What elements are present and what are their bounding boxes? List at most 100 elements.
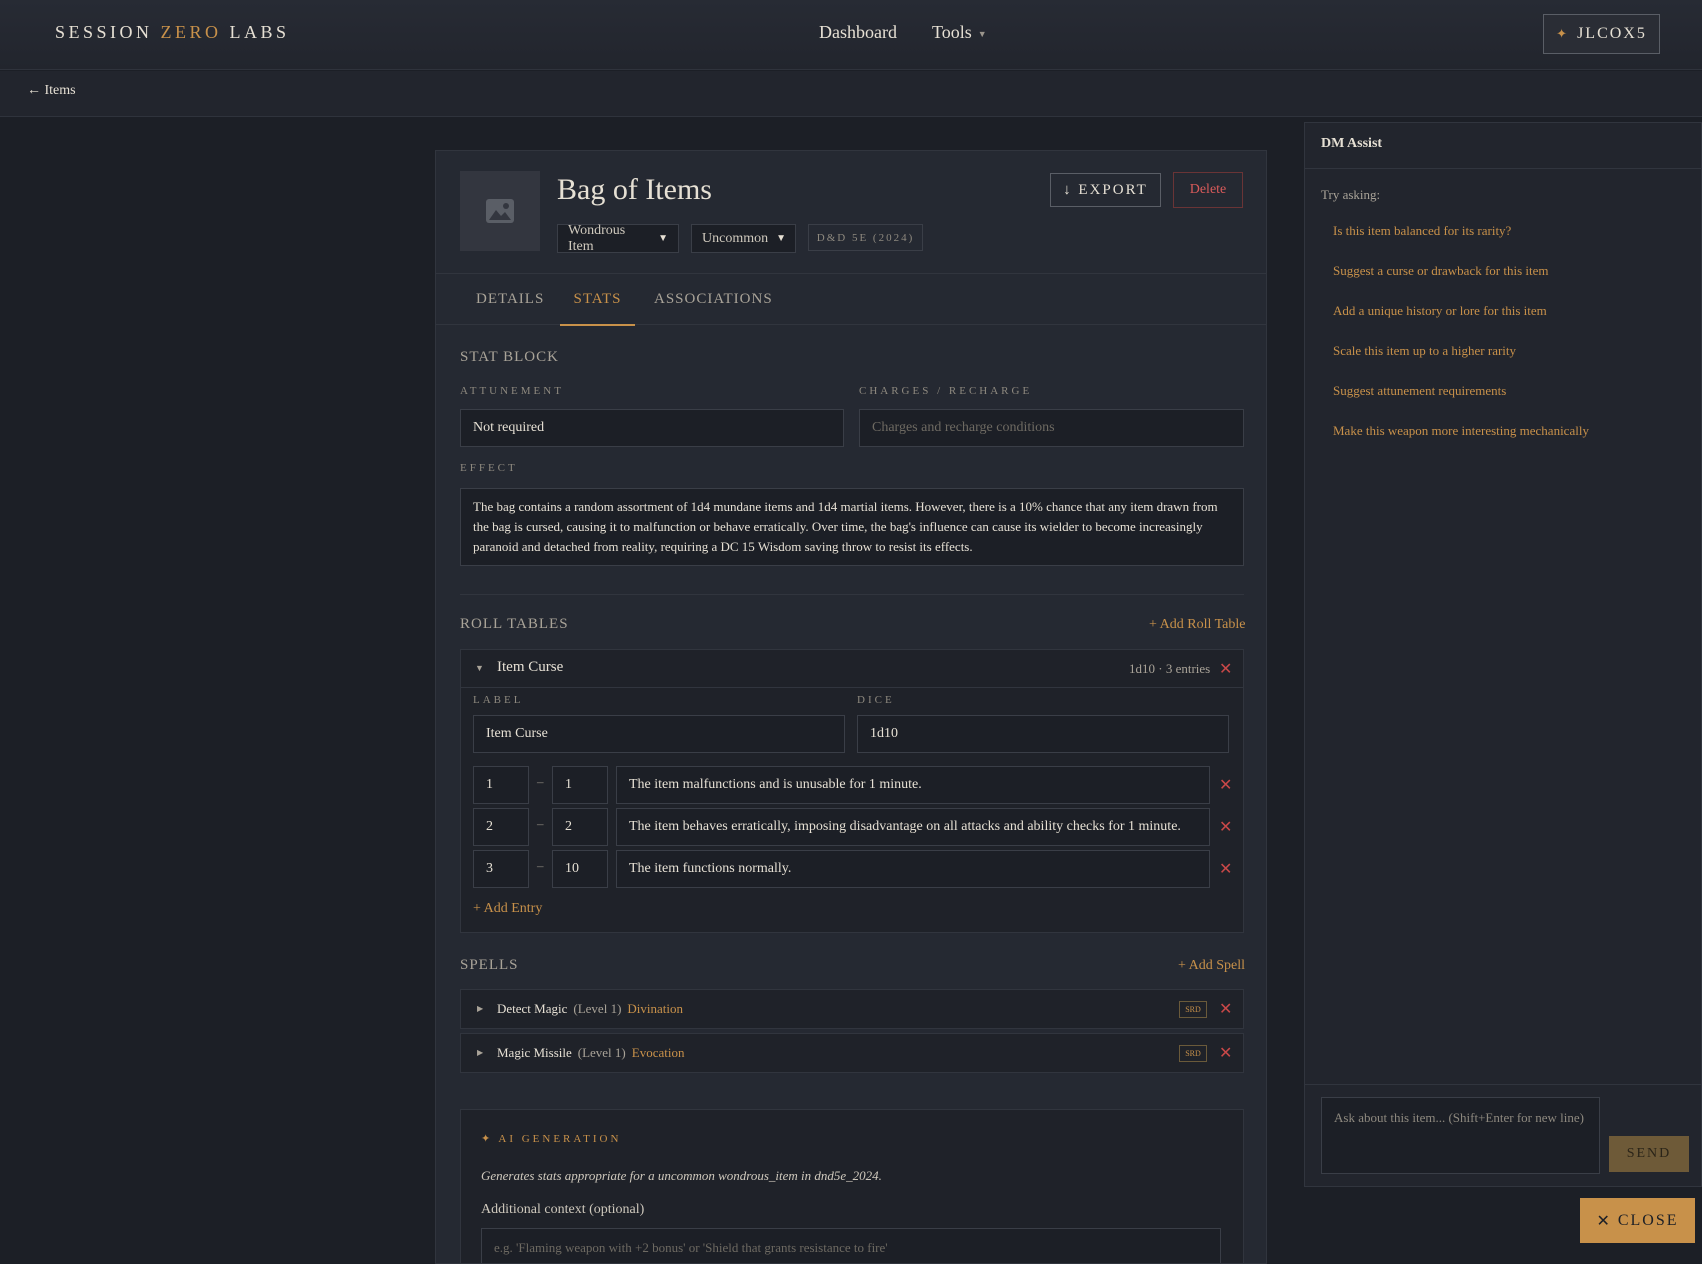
suggestion-item[interactable]: Scale this item up to a higher rarity	[1333, 343, 1516, 359]
export-button[interactable]: ↓ EXPORT	[1050, 173, 1161, 207]
roll-table-header[interactable]: ▼ Item Curse 1d10 · 3 entries ✕	[461, 650, 1243, 688]
nav-tools-menu[interactable]: Tools ▼	[932, 22, 987, 43]
attunement-field[interactable]: Not required	[460, 409, 844, 447]
edition-badge: D&D 5E (2024)	[808, 224, 923, 251]
brand-logo[interactable]: SESSION ZERO LABS	[55, 22, 290, 43]
close-icon: ✕	[1596, 1212, 1612, 1230]
spell-name: Detect Magic	[497, 1001, 568, 1016]
brand-part-1: SESSION	[55, 22, 161, 42]
add-spell-button[interactable]: + Add Spell	[1178, 958, 1245, 974]
suggestion-item[interactable]: Suggest attunement requirements	[1333, 383, 1506, 399]
srd-badge: SRD	[1179, 1045, 1207, 1062]
sparkle-icon: ✦	[481, 1133, 494, 1145]
dm-assist-header: DM Assist	[1305, 123, 1702, 169]
ai-generation-box: ✦ AI GENERATION Generates stats appropri…	[460, 1109, 1244, 1263]
remove-entry-icon[interactable]: ✕	[1219, 859, 1232, 879]
ai-context-field[interactable]: e.g. 'Flaming weapon with +2 bonus' or '…	[481, 1228, 1221, 1263]
add-entry-button[interactable]: + Add Entry	[473, 901, 542, 917]
brand-part-2: ZERO	[160, 22, 222, 42]
roll-table-dice-label: DICE	[857, 694, 895, 706]
chevron-down-icon: ▼	[658, 233, 668, 244]
spell-school: Divination	[627, 1001, 684, 1016]
back-to-items-link[interactable]: ← Items	[27, 83, 76, 99]
sparkle-icon: ✦	[1556, 26, 1570, 41]
entry-min-field[interactable]: 3	[473, 850, 529, 888]
suggestion-item[interactable]: Is this item balanced for its rarity?	[1333, 223, 1511, 239]
item-editor-panel: Bag of Items Wondrous Item ▼ Uncommon ▼ D&…	[435, 150, 1267, 1264]
item-rarity-value: Uncommon	[702, 230, 769, 246]
range-dash: –	[537, 816, 544, 831]
item-type-select[interactable]: Wondrous Item ▼	[557, 222, 679, 254]
remove-spell-icon[interactable]: ✕	[1219, 999, 1232, 1019]
spell-name: Magic Missile	[497, 1045, 572, 1060]
tab-associations[interactable]: ASSOCIATIONS	[654, 274, 773, 326]
username: JLCOX5	[1577, 25, 1647, 42]
entry-max-field[interactable]: 2	[552, 808, 608, 846]
remove-entry-icon[interactable]: ✕	[1219, 775, 1232, 795]
nav-tools-label: Tools	[932, 22, 972, 42]
item-rarity-select[interactable]: Uncommon ▼	[691, 224, 796, 253]
spell-level: (Level 1)	[573, 1001, 622, 1016]
stat-block-title: STAT BLOCK	[460, 349, 559, 365]
effect-textarea[interactable]: The bag contains a random assortment of …	[460, 488, 1244, 566]
entry-min-field[interactable]: 1	[473, 766, 529, 804]
roll-table-label-label: LABEL	[473, 694, 524, 706]
chevron-down-icon[interactable]: ▼	[475, 663, 484, 673]
chevron-right-icon[interactable]: ▶	[477, 1004, 483, 1013]
dm-assist-panel: DM Assist Try asking: Is this item balan…	[1304, 122, 1702, 1187]
ai-generation-description: Generates stats appropriate for a uncomm…	[481, 1168, 882, 1183]
roll-table-name: Item Curse	[497, 659, 564, 675]
image-icon	[486, 199, 514, 223]
try-asking-label: Try asking:	[1321, 187, 1381, 202]
entry-min-field[interactable]: 2	[473, 808, 529, 846]
tab-stats[interactable]: STATS	[560, 274, 635, 326]
spell-level: (Level 1)	[577, 1045, 626, 1060]
delete-button[interactable]: Delete	[1173, 172, 1243, 208]
entry-text-field[interactable]: The item functions normally.	[616, 850, 1210, 888]
entry-max-field[interactable]: 1	[552, 766, 608, 804]
roll-table-label-field[interactable]: Item Curse	[473, 715, 845, 753]
tab-details[interactable]: DETAILS	[476, 274, 544, 326]
entry-max-field[interactable]: 10	[552, 850, 608, 888]
dm-assist-title: DM Assist	[1321, 136, 1383, 151]
send-button[interactable]: SEND	[1609, 1136, 1689, 1172]
chevron-right-icon[interactable]: ▶	[477, 1048, 483, 1057]
chat-input[interactable]: Ask about this item... (Shift+Enter for …	[1321, 1097, 1600, 1174]
roll-table-dice-field[interactable]: 1d10	[857, 715, 1229, 753]
charges-label: CHARGES / RECHARGE	[859, 385, 1033, 397]
item-title: Bag of Items	[557, 173, 712, 206]
roll-table-item-curse: ▼ Item Curse 1d10 · 3 entries ✕ LABEL DI…	[460, 649, 1244, 933]
add-roll-table-button[interactable]: + Add Roll Table	[1149, 617, 1246, 633]
suggestion-item[interactable]: Add a unique history or lore for this it…	[1333, 303, 1547, 319]
remove-spell-icon[interactable]: ✕	[1219, 1043, 1232, 1063]
close-label: CLOSE	[1617, 1211, 1679, 1229]
nav-dashboard-link[interactable]: Dashboard	[819, 22, 897, 43]
suggestion-item[interactable]: Make this weapon more interesting mechan…	[1333, 423, 1589, 439]
item-tabs: DETAILS STATS ASSOCIATIONS	[436, 273, 1266, 326]
breadcrumb-bar: ← Items	[0, 71, 1702, 117]
range-dash: –	[537, 774, 544, 789]
charges-field[interactable]: Charges and recharge conditions	[859, 409, 1244, 447]
spell-row-detect-magic[interactable]: ▶ Detect Magic (Level 1) Divination SRD ✕	[460, 989, 1244, 1029]
chevron-down-icon: ▼	[776, 233, 787, 244]
effect-label: EFFECT	[460, 462, 518, 474]
section-divider	[460, 594, 1244, 595]
item-image-placeholder[interactable]	[460, 171, 540, 251]
srd-badge: SRD	[1179, 1001, 1207, 1018]
range-dash: –	[537, 858, 544, 873]
user-menu-button[interactable]: ✦ JLCOX5	[1543, 14, 1660, 54]
remove-roll-table-icon[interactable]: ✕	[1219, 659, 1232, 679]
top-nav: SESSION ZERO LABS Dashboard Tools ▼ ✦ JLCO…	[0, 0, 1702, 70]
roll-tables-title: ROLL TABLES	[460, 616, 569, 632]
suggestion-item[interactable]: Suggest a curse or drawback for this ite…	[1333, 263, 1549, 279]
spell-row-magic-missile[interactable]: ▶ Magic Missile (Level 1) Evocation SRD ✕	[460, 1033, 1244, 1073]
spell-school: Evocation	[631, 1045, 685, 1060]
ai-generation-title: ✦ AI GENERATION	[481, 1132, 621, 1145]
entry-text-field[interactable]: The item behaves erratically, imposing d…	[616, 808, 1210, 846]
close-assist-button[interactable]: ✕ CLOSE	[1580, 1198, 1695, 1243]
ai-generation-title-text: AI GENERATION	[498, 1133, 622, 1145]
entry-text-field[interactable]: The item malfunctions and is unusable fo…	[616, 766, 1210, 804]
item-type-value: Wondrous Item	[568, 222, 626, 254]
brand-part-3: LABS	[221, 22, 290, 42]
remove-entry-icon[interactable]: ✕	[1219, 817, 1232, 837]
